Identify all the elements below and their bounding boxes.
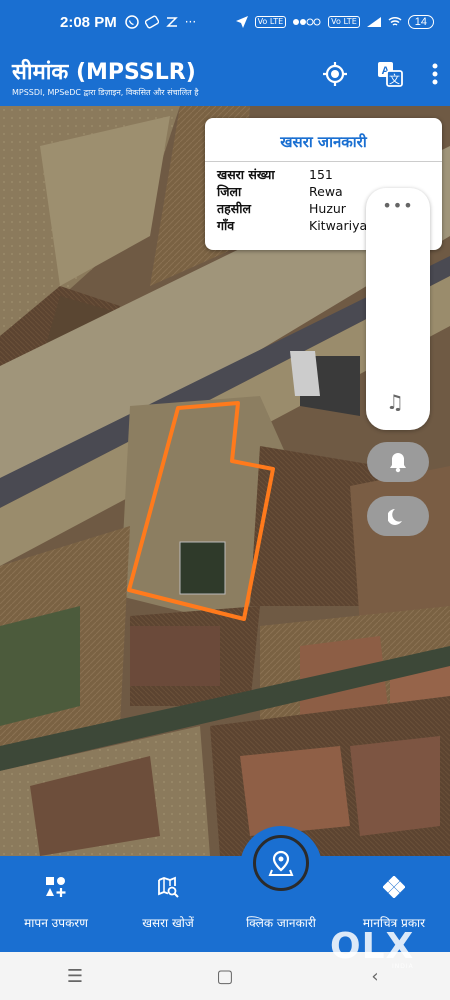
bell-icon <box>390 453 406 473</box>
app-title: सीमांक (MPSSLR) <box>12 60 196 85</box>
overflow-menu-button[interactable] <box>432 63 438 89</box>
crosshair-icon <box>323 62 347 86</box>
info-card-title: खसरा जानकारी <box>280 133 367 151</box>
location-arrow-icon <box>235 16 248 28</box>
signal-icon-2 <box>366 17 381 27</box>
status-time: 2:08 PM <box>60 13 117 31</box>
translate-button[interactable]: A文 <box>376 60 404 92</box>
map-search-icon <box>112 876 224 898</box>
status-left-icons: ··· <box>124 15 197 29</box>
signal-icon-1 <box>293 18 321 26</box>
olx-watermark-sub: INDIA <box>392 963 414 970</box>
click-info-fab[interactable] <box>253 835 309 891</box>
floating-side-panel[interactable]: ••• ♫ <box>366 188 430 430</box>
whatsapp-icon <box>124 15 139 29</box>
notification-button[interactable] <box>367 442 429 482</box>
nav-measure-tools[interactable]: मापन उपकरण <box>0 856 112 952</box>
net-tag-1: Vo LTE <box>254 16 287 28</box>
my-location-button[interactable] <box>322 61 348 91</box>
info-key: खसरा संख्या <box>217 167 275 182</box>
info-value: 151 <box>309 167 333 182</box>
battery-indicator: 14 <box>407 15 434 29</box>
dark-mode-button[interactable] <box>367 496 429 536</box>
info-row: खसरा संख्या 151 <box>205 166 442 183</box>
net-tag-2: Vo LTE <box>328 16 360 28</box>
info-value: Huzur <box>309 201 346 216</box>
nav-label: खसरा खोजें <box>142 916 194 930</box>
info-key: तहसील <box>217 201 251 216</box>
wifi-icon <box>388 16 402 26</box>
info-value: Kitwariya <box>309 218 368 233</box>
info-key: जिला <box>217 184 242 199</box>
nav-label: क्लिक जानकारी <box>246 916 316 930</box>
status-right: Vo LTE Vo LTE 14 <box>235 15 434 29</box>
home-button[interactable]: ▢ <box>175 966 275 987</box>
location-pin-icon <box>268 850 294 876</box>
status-bar: 2:08 PM ··· Vo LTE Vo LTE 14 <box>0 0 450 44</box>
vertical-dots-icon <box>432 63 438 85</box>
nav-khasra-search[interactable]: खसरा खोजें <box>112 856 224 952</box>
paytm-icon <box>144 15 159 29</box>
olx-watermark: OLX <box>330 926 415 967</box>
z5-icon <box>165 17 178 27</box>
translate-icon: A文 <box>378 62 403 87</box>
app-actions: A文 <box>322 60 438 92</box>
nav-label: मापन उपकरण <box>24 916 88 930</box>
info-key: गाँव <box>217 218 235 233</box>
moon-icon <box>388 509 402 525</box>
panel-dots-icon[interactable]: ••• <box>366 196 430 215</box>
more-dots: ··· <box>184 15 197 29</box>
recents-button[interactable]: ☰ <box>25 966 125 987</box>
music-note-icon[interactable]: ♫ <box>386 390 404 414</box>
info-value: Rewa <box>309 184 343 199</box>
shapes-add-icon <box>0 876 112 898</box>
info-divider <box>205 161 442 162</box>
svg-text:文: 文 <box>389 72 400 86</box>
app-bar: सीमांक (MPSSLR) MPSSDI, MPSeDC द्वारा डि… <box>0 44 450 106</box>
app-subtitle: MPSSDI, MPSeDC द्वारा डिज़ाइन, विकसित और… <box>12 88 199 97</box>
layers-diamond-icon <box>338 876 450 898</box>
